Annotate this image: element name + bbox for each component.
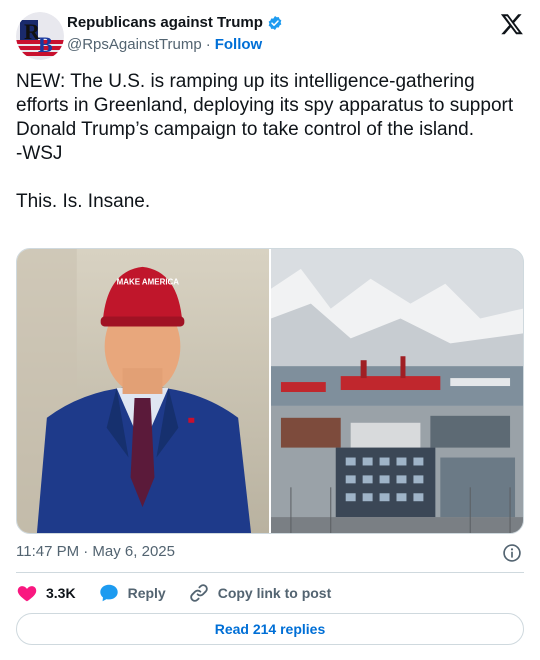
heart-icon: [17, 586, 37, 602]
read-replies-label: Read 214 replies: [214, 621, 326, 637]
follow-button[interactable]: Follow: [215, 36, 263, 53]
post-timestamp[interactable]: 11:47 PM · May 6, 2025: [16, 543, 175, 560]
post-text: NEW: The U.S. is ramping up its intellig…: [16, 71, 514, 212]
reply-label: Reply: [127, 585, 166, 601]
author-handle-row: @RpsAgainstTrump · Follow: [67, 36, 262, 53]
info-icon[interactable]: [502, 543, 522, 563]
like-count: 3.3K: [46, 585, 76, 601]
link-icon: [189, 584, 208, 602]
media-photo-portrait[interactable]: MAKE AMERICA: [17, 249, 269, 533]
post-actions-bar: 3.3K Reply Copy link to post: [16, 581, 353, 605]
x-logo-icon[interactable]: [500, 12, 524, 36]
author-avatar[interactable]: R B: [16, 12, 64, 60]
divider: [16, 572, 524, 573]
reply-button[interactable]: Reply: [98, 582, 166, 604]
author-name-row: Republicans against Trump: [67, 14, 283, 31]
post-media-grid: MAKE AMERICA: [16, 248, 524, 534]
svg-text:B: B: [38, 32, 53, 57]
speech-bubble-icon: [99, 584, 118, 602]
copy-link-label: Copy link to post: [217, 585, 332, 601]
embedded-post-card: R B Republicans against Trump @RpsAgains…: [0, 0, 540, 660]
verified-badge-icon: [268, 15, 282, 30]
author-display-name[interactable]: Republicans against Trump: [67, 14, 263, 31]
author-handle[interactable]: @RpsAgainstTrump: [67, 36, 202, 53]
handle-separator: ·: [205, 36, 211, 53]
like-button[interactable]: 3.3K: [16, 582, 76, 604]
media-photo-greenland-harbor[interactable]: [271, 249, 523, 533]
read-replies-button[interactable]: Read 214 replies: [16, 613, 524, 645]
svg-text:MAKE AMERICA: MAKE AMERICA: [117, 278, 180, 287]
copy-link-button[interactable]: Copy link to post: [188, 582, 332, 604]
